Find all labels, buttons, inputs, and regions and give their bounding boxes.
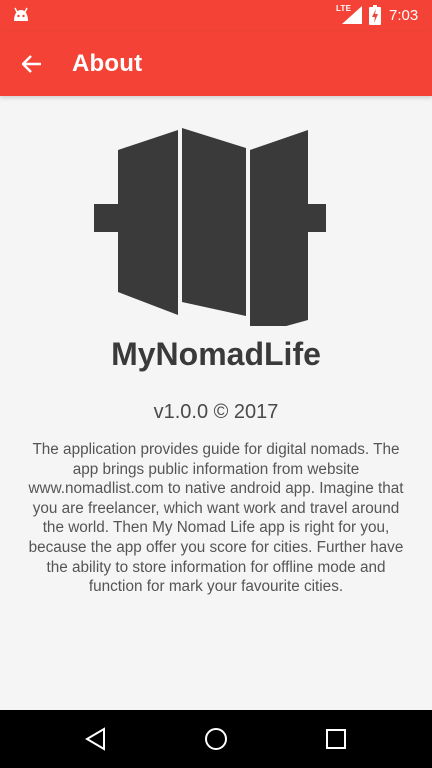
- back-button[interactable]: [14, 46, 50, 82]
- about-content: MyNomadLife v1.0.0 © 2017 The applicatio…: [0, 96, 432, 710]
- arrow-left-icon: [22, 55, 41, 73]
- nav-home-button[interactable]: [186, 710, 246, 768]
- about-description: The application provides guide for digit…: [28, 441, 404, 596]
- navigation-bar: [0, 710, 432, 768]
- recents-square-icon: [326, 729, 346, 749]
- nav-back-button[interactable]: [66, 710, 126, 768]
- page-title: About: [72, 50, 143, 77]
- status-bar: LTE 7:03: [0, 0, 432, 32]
- battery-icon: [369, 5, 381, 30]
- app-logo-text: MyNomadLife: [111, 336, 321, 372]
- home-circle-icon: [205, 728, 227, 750]
- app-logo-icon: [94, 110, 326, 336]
- version-label: v1.0.0 © 2017: [153, 401, 279, 423]
- nav-recents-button[interactable]: [306, 710, 366, 768]
- back-triangle-icon: [85, 727, 105, 751]
- clock-time: 7:03: [389, 7, 419, 24]
- signal-icon: [342, 6, 362, 29]
- app-bar: About: [0, 32, 432, 96]
- android-icon: [12, 7, 30, 28]
